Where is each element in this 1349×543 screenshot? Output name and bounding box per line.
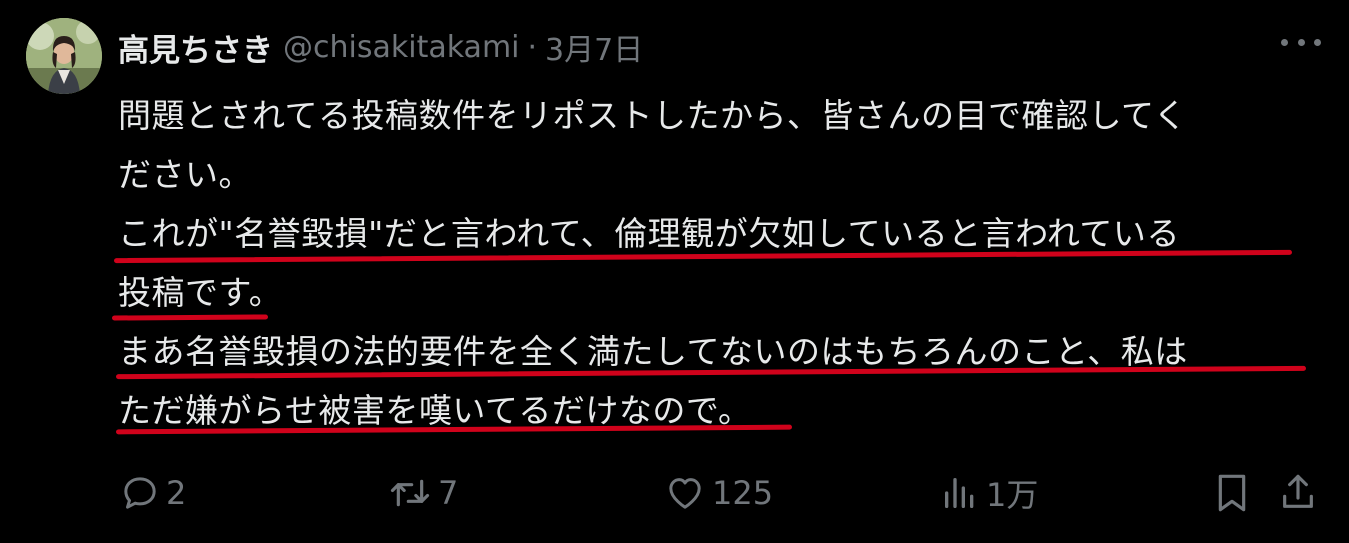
reply-icon: [124, 477, 156, 509]
separator-dot: ·: [527, 29, 538, 65]
line-text: 投稿です。: [118, 273, 283, 312]
tweet-text-line: 投稿です。: [111, 263, 1328, 322]
reply-button[interactable]: 2: [120, 468, 186, 518]
tweet-date[interactable]: 3月7日: [545, 25, 643, 69]
tweet-text: 問題とされてる投稿数件をリポストしたから、皆さんの目で確認してく ださい。 これ…: [111, 86, 1328, 440]
tweet: 高見ちさき @chisakitakami · 3月7日 問題とされてる投稿数件を…: [0, 0, 1349, 543]
line-text: ただ嫌がらせ被害を嘆いてるだけなので。: [118, 391, 752, 430]
repost-icon: [390, 479, 430, 507]
tweet-text-line: まあ名誉毀損の法的要件を全く満たしてないのはもちろんのこと、私は: [115, 322, 1328, 381]
avatar[interactable]: [26, 18, 102, 94]
author-name[interactable]: 高見ちさき: [118, 25, 273, 70]
tweet-text-line: これが"名誉毀損"だと言われて、倫理観が欠如していると言われている: [113, 204, 1328, 264]
tweet-text-line: ただ嫌がらせ被害を嘆いてるだけなので。: [115, 381, 1328, 440]
tweet-header: 高見ちさき @chisakitakami · 3月7日: [118, 22, 643, 72]
line-text: まあ名誉毀損の法的要件を全く満たしてないのはもちろんのこと、私は: [118, 332, 1188, 371]
tweet-text-line: ださい。: [118, 145, 1328, 204]
author-handle[interactable]: @chisakitakami: [283, 30, 520, 65]
action-bar: 2 7 125 1万: [0, 468, 1349, 518]
line-text: これが"名誉毀損"だと言われて、倫理観が欠如していると言われている: [118, 214, 1180, 253]
bookmark-icon: [1218, 474, 1246, 512]
more-dot: [1297, 38, 1305, 46]
like-icon: [669, 478, 701, 509]
tweet-text-line: 問題とされてる投稿数件をリポストしたから、皆さんの目で確認してく: [118, 86, 1328, 145]
views-button[interactable]: 1万: [940, 468, 1038, 518]
line-text: 問題とされてる投稿数件をリポストしたから、皆さんの目で確認してく: [118, 96, 1188, 135]
line-text: ださい。: [118, 155, 252, 194]
more-dot: [1281, 38, 1288, 46]
avatar-photo-icon: [26, 18, 102, 94]
like-button[interactable]: 125: [664, 468, 773, 518]
reply-count: 2: [166, 474, 187, 512]
bookmark-button[interactable]: [1212, 468, 1252, 518]
red-underline: [111, 314, 269, 321]
views-count: 1万: [986, 476, 1039, 514]
more-dot: [1314, 38, 1321, 46]
like-count: 125: [712, 474, 774, 512]
share-icon: [1283, 474, 1313, 508]
views-icon: [945, 478, 974, 508]
share-button[interactable]: [1278, 468, 1318, 518]
more-icon[interactable]: [1281, 32, 1321, 52]
repost-count: 7: [438, 474, 459, 512]
repost-button[interactable]: 7: [388, 468, 458, 518]
